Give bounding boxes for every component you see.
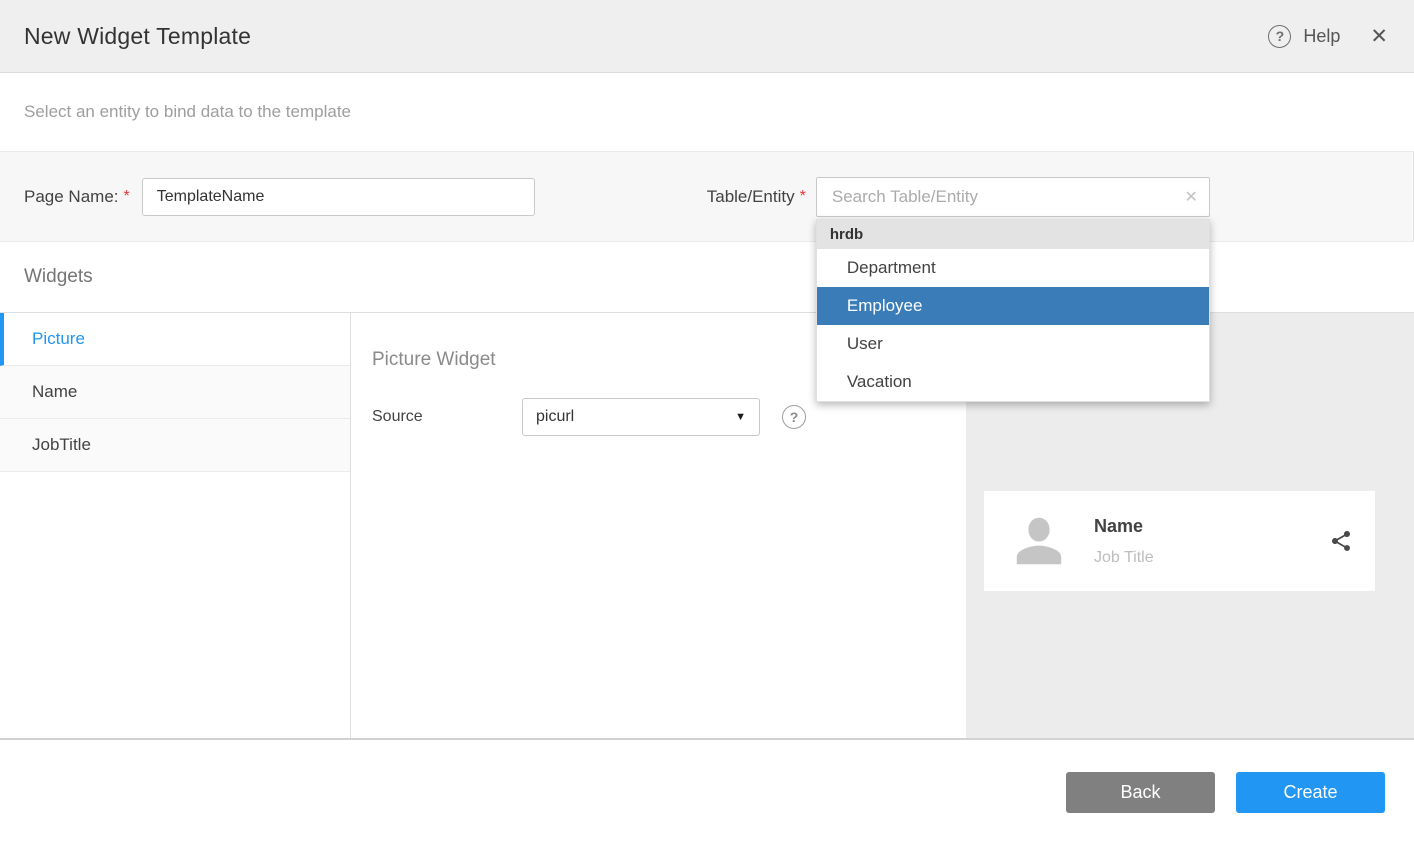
dropdown-option-vacation[interactable]: Vacation bbox=[817, 363, 1209, 401]
back-button[interactable]: Back bbox=[1066, 772, 1215, 813]
table-entity-required-asterisk: * bbox=[800, 188, 806, 206]
sidebar-item-picture[interactable]: Picture bbox=[0, 313, 350, 366]
page-name-label: Page Name: bbox=[24, 187, 119, 207]
question-circle-icon: ? bbox=[1268, 25, 1291, 48]
source-select[interactable]: picurl ▼ bbox=[522, 398, 760, 436]
preview-name: Name bbox=[1094, 516, 1154, 537]
new-widget-template-dialog: New Widget Template ? Help ✕ Select an e… bbox=[0, 0, 1414, 844]
subtitle-text: Select an entity to bind data to the tem… bbox=[24, 102, 351, 122]
clear-icon[interactable]: ✕ bbox=[1184, 187, 1197, 207]
source-help-icon[interactable]: ? bbox=[782, 405, 806, 429]
share-icon bbox=[1329, 528, 1353, 554]
table-entity-dropdown: hrdb Department Employee User Vacation bbox=[816, 219, 1210, 402]
dropdown-option-employee[interactable]: Employee bbox=[817, 287, 1209, 325]
page-name-required-asterisk: * bbox=[124, 188, 130, 206]
header-actions: ? Help ✕ bbox=[1268, 25, 1388, 48]
create-button[interactable]: Create bbox=[1236, 772, 1385, 813]
widgets-heading: Widgets bbox=[24, 266, 93, 288]
person-icon bbox=[1008, 508, 1070, 574]
table-entity-combo: ✕ hrdb Department Employee User Vacation bbox=[816, 177, 1210, 217]
table-entity-label: Table/Entity bbox=[707, 187, 795, 207]
preview-card-text: Name Job Title bbox=[1094, 516, 1154, 567]
table-entity-search-input[interactable] bbox=[816, 177, 1210, 217]
dropdown-option-department[interactable]: Department bbox=[817, 249, 1209, 287]
source-row: Source picurl ▼ ? bbox=[372, 398, 966, 436]
help-label: Help bbox=[1303, 26, 1340, 47]
dialog-footer: Back Create bbox=[0, 740, 1414, 844]
dropdown-group-header: hrdb bbox=[817, 220, 1209, 249]
preview-job-title: Job Title bbox=[1094, 549, 1154, 567]
entity-form-row: Page Name: * Table/Entity * ✕ hrdb Depar… bbox=[0, 152, 1414, 242]
preview-card: Name Job Title bbox=[984, 491, 1375, 591]
caret-down-icon: ▼ bbox=[735, 411, 746, 423]
close-icon[interactable]: ✕ bbox=[1370, 26, 1388, 47]
page-name-input[interactable] bbox=[142, 178, 535, 216]
subtitle-band: Select an entity to bind data to the tem… bbox=[0, 73, 1414, 152]
dropdown-option-user[interactable]: User bbox=[817, 325, 1209, 363]
widget-list-sidebar: Picture Name JobTitle bbox=[0, 313, 351, 738]
sidebar-item-jobtitle[interactable]: JobTitle bbox=[0, 419, 350, 472]
source-label: Source bbox=[372, 408, 522, 426]
source-select-value: picurl bbox=[536, 408, 574, 426]
sidebar-item-name[interactable]: Name bbox=[0, 366, 350, 419]
page-title: New Widget Template bbox=[24, 23, 251, 50]
help-button[interactable]: ? Help bbox=[1268, 25, 1340, 48]
dialog-header: New Widget Template ? Help ✕ bbox=[0, 0, 1414, 73]
